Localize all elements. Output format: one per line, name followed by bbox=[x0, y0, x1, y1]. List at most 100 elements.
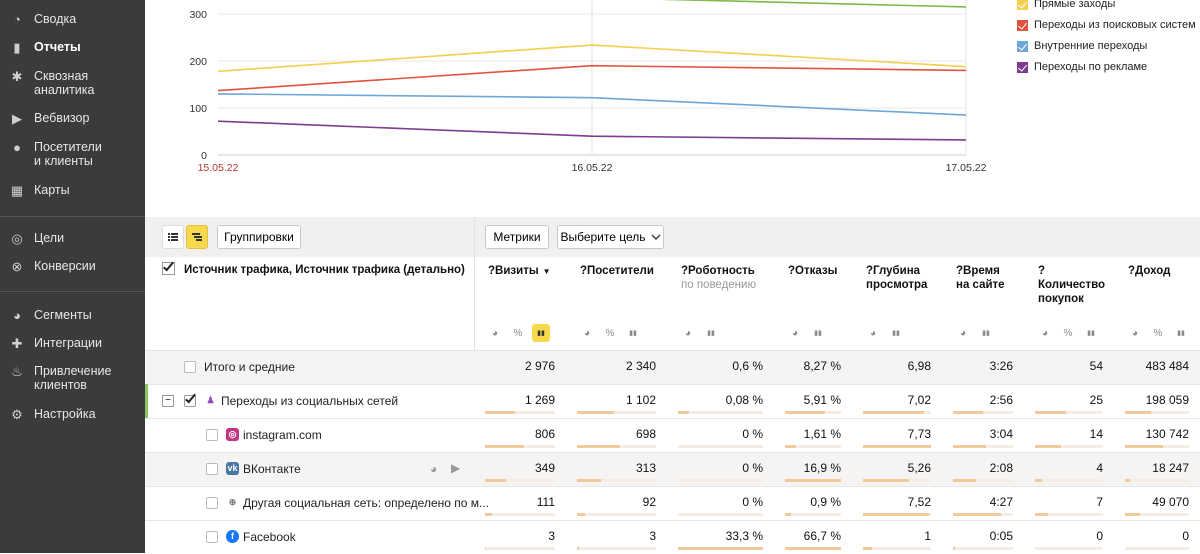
map-icon: ▦ bbox=[10, 183, 24, 198]
bar-chart-icon[interactable]: ▮▮ bbox=[977, 324, 995, 342]
tree-view-button[interactable] bbox=[186, 225, 208, 249]
column-header-2[interactable]: ?Роботность по поведению bbox=[681, 264, 772, 292]
puzzle-icon: ✚ bbox=[11, 336, 23, 351]
view-mode-icons: ◕% ▮▮ bbox=[1036, 324, 1100, 342]
column-header-6[interactable]: ? Количество покупок bbox=[1038, 264, 1112, 306]
bar-track bbox=[678, 513, 763, 516]
legend-checkbox[interactable] bbox=[1017, 61, 1028, 73]
bar-chart-icon[interactable]: ▮▮ bbox=[702, 324, 720, 342]
sort-desc-icon[interactable]: ▼ bbox=[543, 267, 551, 276]
sidebar-item-4[interactable]: ● Посетители и клиенты bbox=[0, 140, 145, 168]
goal-select[interactable]: Выберите цель bbox=[557, 225, 664, 249]
pie-chart-icon[interactable]: ◕ bbox=[486, 324, 504, 342]
row-checkbox[interactable] bbox=[206, 463, 218, 475]
metrics-button[interactable]: Метрики bbox=[485, 225, 549, 249]
pie-chart-icon[interactable]: ◕ bbox=[954, 324, 972, 342]
y-tick-label: 300 bbox=[189, 9, 207, 21]
help-icon[interactable]: ? bbox=[580, 265, 587, 277]
column-header-7[interactable]: ?Доход bbox=[1128, 264, 1198, 278]
row-checkbox[interactable] bbox=[184, 361, 196, 373]
sidebar-item-11[interactable]: ⚙ Настройка bbox=[0, 407, 145, 423]
legend-item[interactable]: Переходы из поисковых систем bbox=[1017, 19, 1196, 31]
instagram-icon: ◎ bbox=[226, 428, 239, 441]
row-name[interactable]: Переходы из социальных сетей bbox=[221, 384, 398, 418]
percent-icon[interactable]: % bbox=[509, 324, 527, 342]
row-name[interactable]: instagram.com bbox=[243, 418, 322, 452]
row-checkbox[interactable] bbox=[184, 391, 196, 407]
help-icon[interactable]: ? bbox=[788, 265, 795, 277]
row-name[interactable]: ВКонтакте bbox=[243, 452, 301, 486]
help-icon[interactable]: ? bbox=[866, 265, 873, 277]
legend-label: Переходы по рекламе bbox=[1034, 61, 1148, 73]
column-header-3[interactable]: ?Отказы bbox=[788, 264, 850, 278]
fire-icon: ♨ bbox=[11, 364, 23, 379]
pie-chart-icon[interactable]: ◕ bbox=[679, 324, 697, 342]
pie-chart-icon[interactable]: ◕ bbox=[1126, 324, 1144, 342]
bar-chart-icon[interactable]: ▮▮ bbox=[887, 324, 905, 342]
pie-chart-icon[interactable]: ◕ bbox=[864, 324, 882, 342]
sidebar-item-9[interactable]: ✚ Интеграции bbox=[0, 336, 145, 352]
help-icon[interactable]: ? bbox=[1128, 265, 1135, 277]
header-checkbox[interactable] bbox=[162, 259, 175, 275]
bar-chart-icon[interactable]: ▮▮ bbox=[809, 324, 827, 342]
help-icon[interactable]: ? bbox=[956, 265, 963, 277]
list-view-button[interactable] bbox=[162, 225, 184, 249]
legend-item[interactable]: Переходы по рекламе bbox=[1017, 61, 1147, 73]
column-header-0[interactable]: ?Визиты ▼ bbox=[488, 264, 564, 279]
view-mode-icons: ◕ ▮▮ bbox=[786, 324, 827, 342]
row-name[interactable]: Facebook bbox=[243, 520, 296, 554]
legend-item[interactable]: Внутренние переходы bbox=[1017, 40, 1147, 52]
value-bar bbox=[1035, 513, 1048, 516]
pie-chart-icon[interactable]: ◕ bbox=[1036, 324, 1054, 342]
sidebar-item-label: Посетители и клиенты bbox=[34, 140, 102, 168]
column-header-4[interactable]: ?Глубина просмотра bbox=[866, 264, 940, 292]
legend-checkbox[interactable] bbox=[1017, 0, 1028, 10]
bar-chart-icon[interactable]: ▮▮ bbox=[532, 324, 550, 342]
sidebar-item-3[interactable]: ▶ Вебвизор bbox=[0, 111, 145, 127]
pie-chart-icon[interactable]: ◕ bbox=[430, 462, 437, 476]
column-title: Время на сайте bbox=[956, 265, 1005, 291]
bar-track bbox=[678, 445, 763, 448]
collapse-button[interactable]: − bbox=[162, 395, 174, 407]
row-checkbox[interactable] bbox=[206, 429, 218, 441]
pie-chart-icon[interactable]: ◕ bbox=[786, 324, 804, 342]
pie-chart-icon[interactable]: ◕ bbox=[578, 324, 596, 342]
series-line-4 bbox=[658, 0, 967, 8]
bar-chart-icon[interactable]: ▮▮ bbox=[1172, 324, 1190, 342]
legend-checkbox[interactable] bbox=[1017, 19, 1028, 31]
value-bar bbox=[485, 547, 486, 550]
sidebar-item-7[interactable]: ⊗ Конверсии bbox=[0, 259, 145, 275]
vk-icon: vk bbox=[226, 462, 239, 475]
help-icon[interactable]: ? bbox=[1038, 265, 1045, 277]
groupings-button[interactable]: Группировки bbox=[217, 225, 301, 249]
row-checkbox[interactable] bbox=[206, 531, 218, 543]
value-bar bbox=[678, 411, 689, 414]
metric-cell: 8,27 % bbox=[803, 359, 841, 373]
column-header-1[interactable]: ?Посетители bbox=[580, 264, 665, 278]
sidebar-item-6[interactable]: ◎ Цели bbox=[0, 231, 145, 247]
value-bar bbox=[953, 445, 986, 448]
sidebar-item-2[interactable]: ✱ Сквозная аналитика bbox=[0, 69, 145, 97]
value-bar bbox=[785, 513, 791, 516]
legend-checkbox[interactable] bbox=[1017, 40, 1028, 52]
percent-icon[interactable]: % bbox=[601, 324, 619, 342]
sidebar-item-8[interactable]: ◕ Сегменты bbox=[0, 308, 145, 324]
column-header-5[interactable]: ?Время на сайте bbox=[956, 264, 1022, 292]
sidebar-item-label: Привлечение клиентов bbox=[34, 364, 112, 392]
bar-chart-icon[interactable]: ▮▮ bbox=[1082, 324, 1100, 342]
sidebar-item-5[interactable]: ▦ Карты bbox=[0, 183, 145, 199]
play-icon[interactable]: ▶ bbox=[451, 461, 460, 475]
row-checkbox[interactable] bbox=[206, 497, 218, 509]
legend-item[interactable]: Прямые заходы bbox=[1017, 0, 1115, 10]
percent-icon[interactable]: % bbox=[1059, 324, 1077, 342]
sidebar-item-10[interactable]: ♨ Привлечение клиентов bbox=[0, 364, 145, 392]
value-bar bbox=[577, 479, 601, 482]
row-name[interactable]: Другая социальная сеть: определено по м.… bbox=[243, 486, 489, 520]
bar-chart-icon[interactable]: ▮▮ bbox=[624, 324, 642, 342]
sidebar-item-0[interactable]: ◔ Сводка bbox=[0, 12, 145, 28]
sidebar-item-1[interactable]: ▮ Отчеты bbox=[0, 40, 145, 56]
help-icon[interactable]: ? bbox=[681, 265, 688, 277]
percent-icon[interactable]: % bbox=[1149, 324, 1167, 342]
sidebar-divider bbox=[0, 216, 145, 217]
help-icon[interactable]: ? bbox=[488, 265, 495, 277]
